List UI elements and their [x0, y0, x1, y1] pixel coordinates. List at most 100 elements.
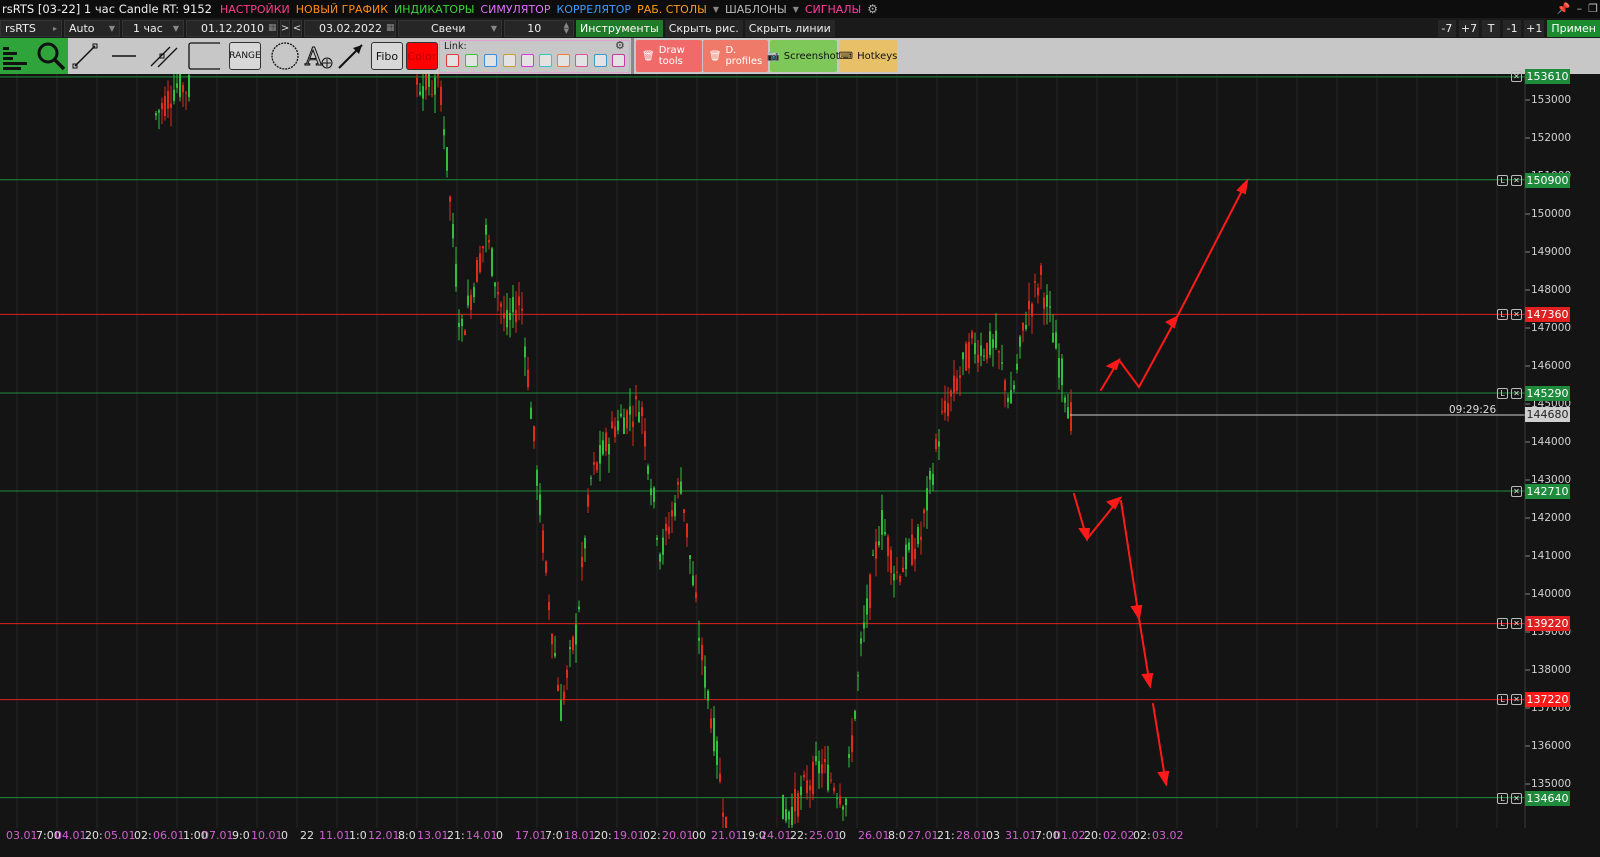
- plus-7-button[interactable]: +7: [1458, 19, 1480, 37]
- instruments-button[interactable]: Инструменты: [576, 19, 663, 37]
- candle-body: [188, 74, 190, 98]
- link-color-1[interactable]: [446, 54, 459, 67]
- level-delete-icon[interactable]: ✕: [1511, 309, 1522, 320]
- fibo-tool-button[interactable]: Fibo: [371, 42, 403, 70]
- level-delete-icon[interactable]: ✕: [1511, 71, 1522, 82]
- candle-body: [1043, 297, 1045, 309]
- hotkeys-button[interactable]: ⌨ Hotkeys: [839, 40, 897, 72]
- color-picker-button[interactable]: Color: [406, 42, 438, 70]
- link-color-8[interactable]: [575, 54, 588, 67]
- hide-drawings-button[interactable]: Скрыть рис.: [664, 19, 743, 37]
- menu-new-chart[interactable]: НОВЫЙ ГРАФИК: [293, 3, 391, 16]
- pin-icon[interactable]: 📌: [1557, 0, 1571, 18]
- level-tag-145290[interactable]: 145290: [1525, 386, 1570, 401]
- level-delete-icon[interactable]: ✕: [1511, 793, 1522, 804]
- link-color-6[interactable]: [539, 54, 552, 67]
- level-delete-icon[interactable]: ✕: [1511, 175, 1522, 186]
- price-chart[interactable]: [0, 74, 1600, 828]
- hide-lines-button[interactable]: Скрыть линии: [744, 19, 835, 37]
- trendline-tool-icon[interactable]: [69, 41, 101, 71]
- nav-prev-button[interactable]: <: [292, 19, 302, 37]
- apply-button[interactable]: Примен: [1547, 19, 1600, 37]
- screenshot-button[interactable]: 📷 Screenshot: [767, 40, 840, 72]
- time-axis-label: 8:0: [398, 829, 416, 841]
- level-lock-icon[interactable]: L: [1497, 388, 1508, 399]
- rectangle-tool-icon[interactable]: [188, 41, 220, 71]
- mode-select[interactable]: Auto ▼: [64, 19, 120, 37]
- level-tag-134640[interactable]: 134640: [1525, 791, 1570, 806]
- channel-tool-icon[interactable]: [148, 41, 180, 71]
- right-button-group: -7 +7 T -1 +1 Примен: [1437, 18, 1600, 38]
- candle-body: [938, 441, 940, 447]
- timeframe-select[interactable]: 1 час ▼: [122, 19, 184, 37]
- link-settings-gear-icon[interactable]: ⚙: [615, 39, 625, 52]
- level-lock-icon[interactable]: L: [1497, 175, 1508, 186]
- date-to-field[interactable]: 03.02.2022 ▦: [304, 19, 396, 37]
- arrow-tool-icon[interactable]: [335, 41, 367, 71]
- circle-tool-icon[interactable]: [269, 41, 301, 71]
- minus-1-button[interactable]: -1: [1503, 19, 1522, 37]
- level-lock-icon[interactable]: L: [1497, 694, 1508, 705]
- draw-tools-button[interactable]: 🗑 Draw tools: [636, 40, 702, 72]
- date-from-value: 01.12.2010: [201, 21, 264, 35]
- candle-body: [422, 86, 424, 99]
- horizontal-line-tool-icon[interactable]: [108, 41, 140, 71]
- chart-type-select[interactable]: Свечи ▼: [398, 19, 502, 37]
- level-tag-137220[interactable]: 137220: [1525, 692, 1570, 707]
- level-tag-150900[interactable]: 150900: [1525, 173, 1570, 188]
- nav-next-button[interactable]: >: [280, 19, 290, 37]
- link-color-7[interactable]: [557, 54, 570, 67]
- range-tool-button[interactable]: RANGE: [229, 42, 261, 70]
- link-color-10[interactable]: [612, 54, 625, 67]
- menu-signals[interactable]: СИГНАЛЫ: [802, 3, 864, 16]
- link-color-2[interactable]: [465, 54, 478, 67]
- link-color-9[interactable]: [594, 54, 607, 67]
- level-delete-icon[interactable]: ✕: [1511, 388, 1522, 399]
- candle-body: [440, 86, 442, 105]
- calendar-icon[interactable]: ▦: [268, 23, 277, 33]
- plus-1-button[interactable]: +1: [1524, 19, 1545, 37]
- level-lock-icon[interactable]: L: [1497, 618, 1508, 629]
- arrowhead-b: [1106, 496, 1122, 510]
- minus-7-button[interactable]: -7: [1437, 19, 1456, 37]
- level-delete-icon[interactable]: ✕: [1511, 486, 1522, 497]
- menu-indicators[interactable]: ИНДИКАТОРЫ: [391, 3, 477, 16]
- profiles-button[interactable]: 🗑 D. profiles: [703, 40, 768, 72]
- menu-templates[interactable]: ШАБЛОНЫ: [722, 3, 790, 16]
- link-color-5[interactable]: [521, 54, 534, 67]
- restore-icon[interactable]: ❐: [1588, 0, 1598, 18]
- t-button[interactable]: T: [1482, 19, 1501, 37]
- level-lock-icon[interactable]: L: [1497, 309, 1508, 320]
- level-tag-139220[interactable]: 139220: [1525, 616, 1570, 631]
- level-delete-icon[interactable]: ✕: [1511, 694, 1522, 705]
- level-tag-153610[interactable]: 153610: [1525, 69, 1570, 84]
- level-delete-icon[interactable]: ✕: [1511, 618, 1522, 629]
- chart-panel-button[interactable]: [0, 38, 68, 74]
- menu-workspaces[interactable]: РАБ. СТОЛЫ: [634, 3, 710, 16]
- time-axis-label: 20.01: [662, 829, 694, 841]
- candle-body: [803, 774, 805, 778]
- text-tool-icon[interactable]: A: [303, 41, 335, 71]
- menu-simulator[interactable]: СИМУЛЯТОР: [477, 3, 553, 16]
- calendar-icon[interactable]: ▦: [386, 23, 395, 33]
- level-lock-icon[interactable]: L: [1497, 793, 1508, 804]
- minimize-icon[interactable]: –: [1577, 0, 1583, 18]
- menu-settings[interactable]: НАСТРОЙКИ: [217, 3, 293, 16]
- menu-templates-caret[interactable]: ▼: [790, 5, 802, 14]
- symbol-select[interactable]: rsRTS ▸: [0, 19, 62, 37]
- menu-workspaces-caret[interactable]: ▼: [710, 5, 722, 14]
- time-axis-label: 28.01: [956, 829, 988, 841]
- candle-body: [842, 806, 844, 810]
- menu-correlator[interactable]: КОРРЕЛЯТОР: [553, 3, 634, 16]
- level-tag-142710[interactable]: 142710: [1525, 484, 1570, 499]
- level-tag-147360[interactable]: 147360: [1525, 307, 1570, 322]
- count-stepper[interactable]: 10 ▲ ▼: [504, 19, 574, 37]
- settings-gear-icon[interactable]: ⚙: [864, 2, 878, 16]
- candle-body: [914, 548, 916, 560]
- link-color-4[interactable]: [503, 54, 516, 67]
- current-price-tag: 144680: [1525, 407, 1570, 422]
- link-color-3[interactable]: [484, 54, 497, 67]
- date-from-field[interactable]: 01.12.2010 ▦: [186, 19, 278, 37]
- candle-body: [782, 794, 784, 820]
- stepper-arrows-icon[interactable]: ▲ ▼: [564, 22, 569, 35]
